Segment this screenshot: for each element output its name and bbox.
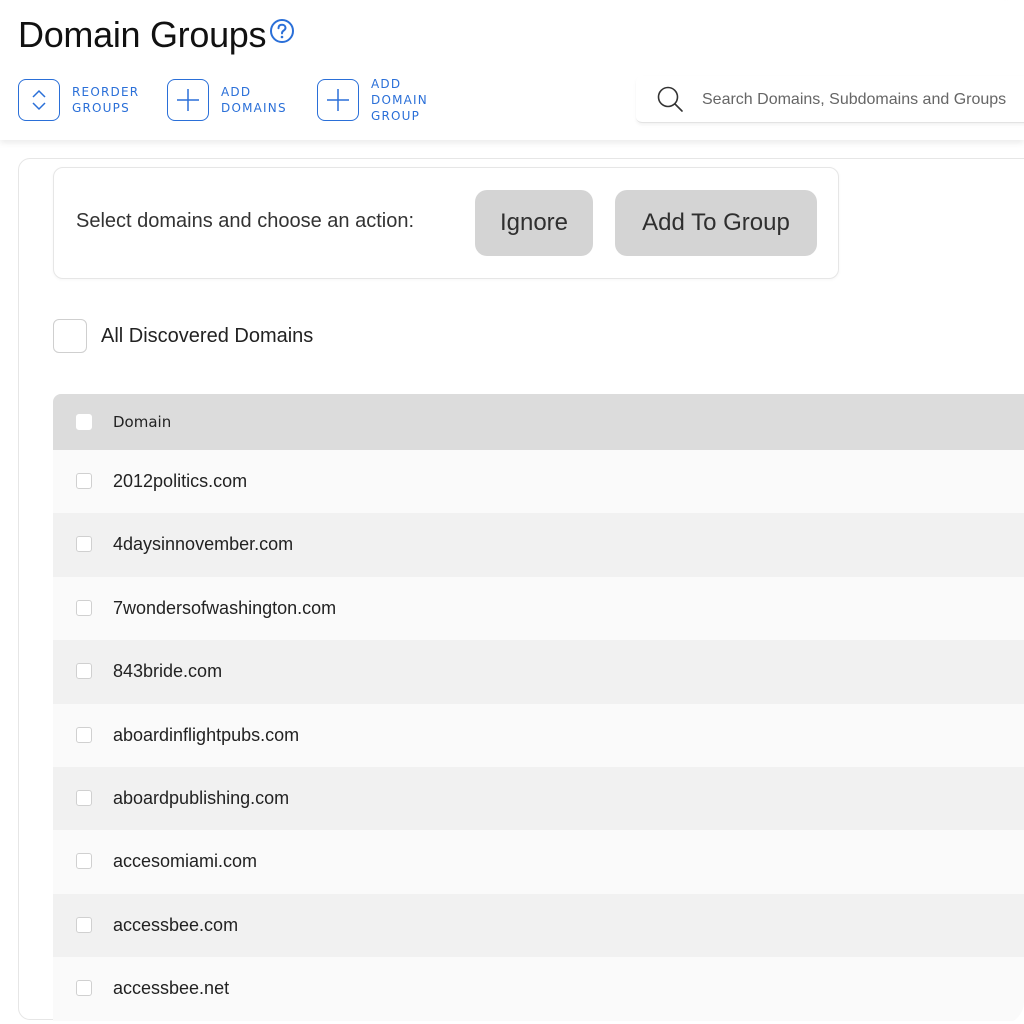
row-checkbox[interactable] bbox=[76, 599, 92, 616]
row-checkbox[interactable] bbox=[76, 789, 92, 806]
add-to-group-button[interactable]: Add To Group bbox=[615, 190, 817, 256]
table-row: accessbee.net bbox=[53, 957, 1024, 1021]
domains-table: Domain 2012politics.com 4daysinnovember.… bbox=[53, 394, 1024, 1021]
table-row: 7wondersofwashington.com bbox=[53, 576, 1024, 641]
table-header: Domain bbox=[53, 394, 1024, 450]
table-row: 4daysinnovember.com bbox=[53, 513, 1024, 577]
reorder-icon bbox=[18, 79, 60, 121]
content-card: Select domains and choose an action: Ign… bbox=[18, 158, 1024, 1021]
add-domains-button[interactable]: ADD DOMAINS bbox=[167, 76, 287, 124]
row-checkbox[interactable] bbox=[76, 663, 92, 680]
bulk-action-panel: Select domains and choose an action: Ign… bbox=[53, 167, 839, 279]
row-checkbox[interactable] bbox=[76, 473, 92, 489]
domain-name[interactable]: 2012politics.com bbox=[113, 471, 247, 492]
column-header-domain: Domain bbox=[113, 413, 172, 431]
table-row: 843bride.com bbox=[53, 640, 1024, 704]
action-prompt: Select domains and choose an action: bbox=[76, 210, 414, 232]
help-icon[interactable] bbox=[269, 18, 295, 44]
select-all-checkbox[interactable] bbox=[76, 414, 92, 430]
domain-name[interactable]: 843bride.com bbox=[113, 661, 222, 682]
plus-icon bbox=[317, 79, 359, 121]
add-domains-label: ADD DOMAINS bbox=[221, 85, 287, 115]
row-checkbox[interactable] bbox=[76, 980, 92, 997]
all-domains-label: All Discovered Domains bbox=[101, 325, 314, 347]
row-checkbox[interactable] bbox=[76, 916, 92, 933]
page-header: Domain Groups REORDER GROUPS ADD DOMAINS… bbox=[0, 0, 1024, 140]
ignore-button[interactable]: Ignore bbox=[475, 190, 593, 256]
search-input[interactable] bbox=[700, 84, 1024, 116]
table-row: aboardinflightpubs.com bbox=[53, 703, 1024, 767]
table-row: accesomiami.com bbox=[53, 830, 1024, 894]
domain-name[interactable]: 4daysinnovember.com bbox=[113, 534, 293, 555]
reorder-groups-label: REORDER GROUPS bbox=[72, 85, 140, 115]
table-row: 2012politics.com bbox=[53, 450, 1024, 514]
search-icon[interactable] bbox=[656, 85, 684, 113]
domain-name[interactable]: 7wondersofwashington.com bbox=[113, 598, 336, 619]
page-title: Domain Groups bbox=[18, 14, 267, 55]
row-checkbox[interactable] bbox=[76, 853, 92, 870]
add-domain-group-label: ADD DOMAIN GROUP bbox=[371, 77, 428, 123]
row-checkbox[interactable] bbox=[76, 536, 92, 553]
plus-icon bbox=[167, 79, 209, 121]
add-domain-group-button[interactable]: ADD DOMAIN GROUP bbox=[317, 76, 428, 124]
app-window: Domain Groups REORDER GROUPS ADD DOMAINS… bbox=[0, 0, 1024, 1024]
domain-name[interactable]: accessbee.net bbox=[113, 978, 229, 999]
table-row: accessbee.com bbox=[53, 893, 1024, 958]
domain-name[interactable]: aboardinflightpubs.com bbox=[113, 725, 299, 746]
table-row: aboardpublishing.com bbox=[53, 766, 1024, 831]
domain-name[interactable]: aboardpublishing.com bbox=[113, 788, 289, 809]
table-body: 2012politics.com 4daysinnovember.com 7wo… bbox=[53, 450, 1024, 1021]
domain-name[interactable]: accesomiami.com bbox=[113, 851, 257, 872]
search-bar bbox=[636, 76, 1024, 123]
row-checkbox[interactable] bbox=[76, 726, 92, 743]
all-domains-checkbox[interactable] bbox=[53, 319, 87, 353]
reorder-groups-button[interactable]: REORDER GROUPS bbox=[18, 76, 139, 124]
domain-name[interactable]: accessbee.com bbox=[113, 915, 238, 936]
